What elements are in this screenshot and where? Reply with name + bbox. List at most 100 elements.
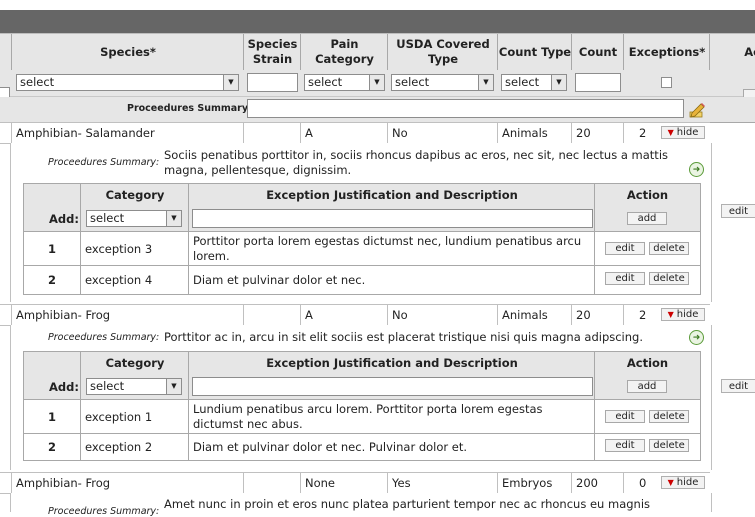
col-actions-label: Ac <box>744 44 755 59</box>
exception-edit-button[interactable]: edit <box>605 439 645 452</box>
exception-description: Lundium penatibus arcu lorem. Porttitor … <box>193 401 543 431</box>
add-exception-button[interactable]: add <box>627 380 667 393</box>
chevron-down-icon: ▼ <box>223 75 238 90</box>
filter-row: select ▼ select ▼ select ▼ select ▼ <box>0 70 755 104</box>
add-label: Add: <box>49 380 79 394</box>
record-exceptions-cell: 2 ▼ hide <box>623 305 710 325</box>
hide-button[interactable]: ▼ hide <box>661 126 705 139</box>
hide-button-label: hide <box>676 127 699 138</box>
record-detail: Proceedures Summary: Amet nunc in proin … <box>10 493 712 517</box>
strain-input[interactable] <box>247 73 298 92</box>
add-label: Add: <box>49 212 79 226</box>
count-input[interactable] <box>575 73 621 92</box>
exception-delete-button[interactable]: delete <box>649 410 689 423</box>
exceptions-header: Category Exception Justification and Des… <box>24 184 700 207</box>
record-exceptions-count: 2 <box>639 126 647 140</box>
record-count: 200 <box>571 473 623 493</box>
exceptions-table: Category Exception Justification and Des… <box>23 351 701 461</box>
summary-label: Proceedures Summary: <box>48 157 160 168</box>
record-count: 20 <box>571 305 623 325</box>
record-row: Amphibian- Frog None Yes Embryos 200 0 ▼… <box>0 472 710 494</box>
exception-category: exception 2 <box>85 440 153 454</box>
triangle-down-icon: ▼ <box>667 310 674 319</box>
exception-number: 1 <box>47 241 56 256</box>
count-type-select-value: select <box>505 75 540 89</box>
record-edit-button[interactable]: edit <box>721 204 755 218</box>
record-strain <box>243 123 300 143</box>
exc-col-desc: Exception Justification and Description <box>266 188 518 202</box>
record-exceptions-count: 2 <box>639 308 647 322</box>
table-header: Species* Species Strain Pain Category US… <box>0 33 755 71</box>
exception-delete-button[interactable]: delete <box>649 439 689 452</box>
exceptions-table: Category Exception Justification and Des… <box>23 183 701 295</box>
species-select-value: select <box>20 75 55 89</box>
record-strain <box>243 473 300 493</box>
go-arrow-icon[interactable]: ➜ <box>689 162 704 177</box>
summary-filter-label: Proceedures Summary: <box>127 103 252 114</box>
record-usda: No <box>387 305 497 325</box>
summary-text: Amet nunc in proin et eros nunc platea p… <box>164 497 651 511</box>
record-pain: A <box>300 123 387 143</box>
record-count-type: Animals <box>497 305 571 325</box>
exception-category: exception 1 <box>85 409 153 424</box>
exceptions-checkbox[interactable] <box>661 77 672 88</box>
record-edit-button[interactable]: edit <box>721 379 755 393</box>
col-usda-type: USDA Covered Type <box>387 34 498 70</box>
add-exception-button[interactable]: add <box>627 212 667 225</box>
exception-category: exception 3 <box>85 241 153 256</box>
summary-filter-input[interactable] <box>247 99 684 118</box>
record-exceptions-cell: 2 ▼ hide <box>623 123 710 143</box>
summary-label: Proceedures Summary: <box>48 332 160 343</box>
exception-number: 1 <box>47 409 56 424</box>
hide-button-label: hide <box>676 477 699 488</box>
record-species: Amphibian- Frog <box>11 473 243 493</box>
exception-edit-button[interactable]: edit <box>605 242 645 255</box>
exception-row: 2 exception 4 Diam et pulvinar dolor et … <box>24 266 700 294</box>
exception-number: 2 <box>47 273 56 287</box>
add-category-select-value: select <box>90 211 125 225</box>
chevron-down-icon: ▼ <box>551 75 566 90</box>
go-arrow-icon[interactable]: ➜ <box>689 330 704 345</box>
exceptions-header: Category Exception Justification and Des… <box>24 352 700 375</box>
usda-select[interactable]: select ▼ <box>391 74 494 91</box>
hide-button[interactable]: ▼ hide <box>661 308 705 321</box>
exceptions-add-row: Add: select ▼ add <box>24 206 700 232</box>
record-exceptions-cell: 0 ▼ hide <box>623 473 710 493</box>
record-species: Amphibian- Salamander <box>11 123 243 143</box>
record-pain: None <box>300 473 387 493</box>
exception-delete-button[interactable]: delete <box>649 242 689 255</box>
exception-row: 2 exception 2 Diam et pulvinar dolor et … <box>24 434 700 460</box>
record-species: Amphibian- Frog <box>11 305 243 325</box>
add-description-input[interactable] <box>192 209 593 228</box>
add-category-select[interactable]: select ▼ <box>86 378 182 395</box>
add-category-select[interactable]: select ▼ <box>86 210 182 227</box>
hide-button[interactable]: ▼ hide <box>661 476 705 489</box>
add-description-input[interactable] <box>192 377 593 396</box>
exc-divider <box>188 184 189 294</box>
record-detail: Proceedures Summary: Porttitor ac in, ar… <box>10 325 712 470</box>
exc-col-desc: Exception Justification and Description <box>266 356 518 370</box>
hide-button-label: hide <box>676 309 699 320</box>
exception-delete-button[interactable]: delete <box>649 272 689 285</box>
triangle-down-icon: ▼ <box>667 478 674 487</box>
record-pain: A <box>300 305 387 325</box>
col-count-type: Count Type <box>497 34 572 70</box>
col-species-strain: Species Strain <box>243 34 301 70</box>
record-usda: Yes <box>387 473 497 493</box>
pencil-icon[interactable] <box>688 101 706 119</box>
record-exceptions-count: 0 <box>639 476 647 490</box>
exc-divider <box>594 184 595 294</box>
col-count: Count <box>571 34 624 70</box>
exc-divider <box>594 352 595 460</box>
pain-select[interactable]: select ▼ <box>304 74 385 91</box>
exception-category: exception 4 <box>85 273 153 287</box>
count-type-select[interactable]: select ▼ <box>501 74 567 91</box>
exception-number: 2 <box>47 440 56 454</box>
exception-edit-button[interactable]: edit <box>605 272 645 285</box>
exception-row: 1 exception 3 Porttitor porta lorem eges… <box>24 232 700 266</box>
record-count-type: Animals <box>497 123 571 143</box>
species-select[interactable]: select ▼ <box>16 74 239 91</box>
summary-text: Sociis penatibus porttitor in, sociis rh… <box>164 148 669 177</box>
exception-edit-button[interactable]: edit <box>605 410 645 423</box>
col-pain-category: Pain Category <box>300 34 388 70</box>
